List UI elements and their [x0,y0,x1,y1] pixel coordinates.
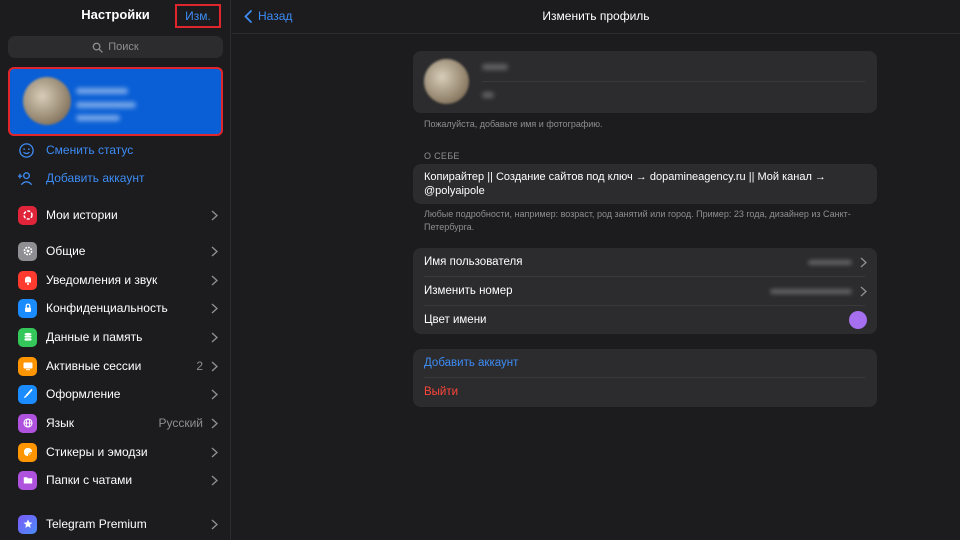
name-color-swatch [849,311,867,329]
name-color-label: Цвет имени [424,314,487,326]
sidebar-item-label: Стикеры и эмодзи [46,445,148,459]
chevron-right-icon [211,474,218,486]
profile-phone-redacted [76,102,136,108]
chevron-right-icon [211,245,218,257]
logout-button[interactable]: Выйти [413,378,877,406]
sidebar-item-label: Telegram Premium [46,517,147,531]
chevron-right-icon [211,417,218,429]
stories-icon [18,205,37,225]
sidebar-item-general[interactable]: Общие [18,241,218,261]
change-number-row[interactable]: Изменить номер [413,277,877,305]
sidebar-item-appearance[interactable]: Оформление [18,384,218,404]
add-person-icon [18,171,33,185]
folder-icon [18,470,37,490]
gear-icon [18,241,37,261]
search-input[interactable]: Поиск [8,36,223,58]
name-photo-group [413,51,877,113]
sidebar-item-telegram-premium[interactable]: Telegram Premium [18,514,218,534]
divider [482,81,865,82]
profile-card[interactable] [8,67,223,136]
database-icon [18,327,37,347]
name-color-row[interactable]: Цвет имени [413,306,877,334]
search-icon [92,42,103,53]
chevron-right-icon [860,256,867,268]
logout-label: Выйти [424,386,459,398]
add-account-sidebar-button[interactable]: Добавить аккаунт [18,168,144,188]
sticker-icon [18,442,37,462]
search-placeholder: Поиск [108,41,139,53]
lock-icon [18,298,37,318]
name-hint: Пожалуйста, добавьте имя и фотографию. [424,119,603,129]
username-value-redacted [808,259,852,265]
page-title: Изменить профиль [542,9,650,23]
sidebar-item-label: Конфиденциальность [46,301,168,315]
sidebar-item-language[interactable]: Язык Русский [18,413,218,433]
sidebar-item-label: Активные сессии [46,359,142,373]
top-bar: Назад Изменить профиль [232,0,960,34]
avatar [23,77,71,125]
star-icon [18,514,37,534]
sidebar-item-label: Папки с чатами [46,473,133,487]
chevron-right-icon [211,302,218,314]
bio-hint: Любые подробности, например: возраст, ро… [424,209,851,232]
chevron-right-icon [211,274,218,286]
language-value: Русский [158,416,203,430]
username-row[interactable]: Имя пользователя [413,248,877,276]
sidebar-item-privacy[interactable]: Конфиденциальность [18,298,218,318]
sidebar-item-label: Уведомления и звук [46,273,158,287]
sidebar-item-label: Оформление [46,387,121,401]
last-name-field[interactable] [482,92,494,98]
sidebar-item-label: Язык [46,416,75,430]
change-status-button[interactable]: Сменить статус [18,140,133,160]
chevron-right-icon [211,360,218,372]
sidebar-item-active-sessions[interactable]: Активные сессии 2 [18,356,218,376]
add-account-label: Добавить аккаунт [46,171,145,185]
profile-username-redacted [76,115,120,121]
chevron-right-icon [211,331,218,343]
globe-icon [18,413,37,433]
edit-profile-panel: Назад Изменить профиль Пожалуйста, добав… [232,0,960,540]
profile-name-redacted [76,88,128,94]
add-account-button[interactable]: Добавить аккаунт [413,349,877,377]
chevron-right-icon [211,446,218,458]
chevron-right-icon [860,285,867,297]
username-label: Имя пользователя [424,256,523,268]
chevron-right-icon [211,518,218,530]
avatar[interactable] [424,59,469,104]
change-number-label: Изменить номер [424,285,513,297]
sidebar-item-data-storage[interactable]: Данные и память [18,327,218,347]
chevron-right-icon [211,209,218,221]
active-sessions-count: 2 [196,359,203,373]
sidebar-item-notifications[interactable]: Уведомления и звук [18,270,218,290]
add-account-label: Добавить аккаунт [424,357,519,369]
devices-icon [18,356,37,376]
sidebar-item-my-stories[interactable]: Мои истории [18,205,218,225]
change-status-label: Сменить статус [46,143,134,157]
sidebar-item-label: Данные и память [46,330,143,344]
account-settings-group: Имя пользователя Изменить номер Цвет име… [413,248,877,334]
sidebar-item-label: Мои истории [46,208,118,222]
bell-icon [18,270,37,290]
phone-value-redacted [770,288,852,294]
bio-group: Копирайтер || Создание сайтов под ключ →… [413,164,877,204]
first-name-field[interactable] [482,64,508,70]
chevron-right-icon [211,388,218,400]
bio-field[interactable]: Копирайтер || Создание сайтов под ключ →… [424,170,844,198]
brush-icon [18,384,37,404]
sidebar-header: Настройки Изм. [0,0,230,32]
settings-sidebar: Настройки Изм. Поиск Сменить статус Доба… [0,0,231,540]
smiley-status-icon [19,142,34,158]
account-actions-group: Добавить аккаунт Выйти [413,349,877,407]
sidebar-item-label: Общие [46,244,86,258]
sidebar-item-stickers[interactable]: Стикеры и эмодзи [18,442,218,462]
sidebar-item-chat-folders[interactable]: Папки с чатами [18,470,218,490]
about-section-label: О СЕБЕ [424,151,460,161]
edit-button[interactable]: Изм. [175,4,221,28]
